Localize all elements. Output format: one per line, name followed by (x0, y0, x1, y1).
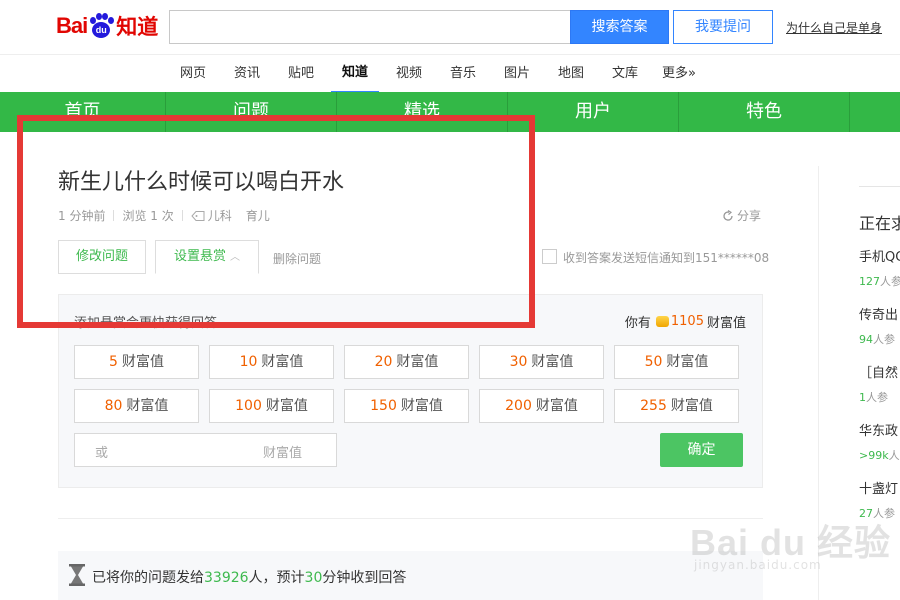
sidebar-title: 正在求 (859, 214, 900, 233)
channel-tieba[interactable]: 贴吧 (288, 55, 314, 93)
confirm-reward-button[interactable]: 确定 (660, 433, 743, 467)
nav-specials[interactable]: 特色 (679, 92, 849, 132)
question-meta: 1 分钟前 浏览 1 次 儿科 育儿 (58, 207, 270, 224)
channel-music[interactable]: 音乐 (450, 55, 476, 93)
reward-option-200[interactable]: 200 财富值 (479, 389, 604, 423)
hourglass-icon (69, 564, 85, 586)
reward-panel: 添加悬赏会更快获得回答 你有 1105 财富值 5 财富值 10 财富值 20 财富值… (58, 294, 763, 488)
right-sidebar: 正在求 手机QC 127人参 传奇出 94人参 ［自然 1人参 华东政 >99k… (818, 166, 900, 600)
nav-questions[interactable]: 问题 (166, 92, 336, 132)
question-title: 新生儿什么时候可以喝白开水 (58, 170, 345, 195)
delete-question-link[interactable]: 删除问题 (273, 250, 321, 267)
ask-question-button[interactable]: 我要提问 (673, 10, 773, 44)
custom-reward-input[interactable]: 或 财富值 (74, 433, 337, 467)
reward-option-80[interactable]: 80 财富值 (74, 389, 199, 423)
baidu-zhidao-logo[interactable]: Bai du 知道 (56, 8, 158, 44)
sidebar-item[interactable]: 华东政 (859, 420, 898, 439)
sidebar-item-meta: 127人参 (859, 275, 900, 288)
sidebar-item-meta: 27人参 (859, 507, 895, 520)
set-reward-button[interactable]: 设置悬赏 ︿ (155, 240, 259, 274)
reward-option-5[interactable]: 5 财富值 (74, 345, 199, 379)
reward-option-255[interactable]: 255 财富值 (614, 389, 739, 423)
top-hot-link[interactable]: 为什么自己是单身 (786, 19, 882, 36)
sidebar-item[interactable]: 手机QC (859, 246, 900, 265)
reward-option-10[interactable]: 10 财富值 (209, 345, 334, 379)
reward-option-30[interactable]: 30 财富值 (479, 345, 604, 379)
dispatch-notice: 已将你的问题发给33926人，预计30分钟收到回答 (58, 551, 763, 600)
tag-icon (191, 210, 205, 221)
sms-notify-label[interactable]: 收到答案发送短信通知到151******08 (563, 249, 769, 266)
channel-video[interactable]: 视频 (396, 55, 422, 93)
channel-web[interactable]: 网页 (180, 55, 206, 93)
reward-option-100[interactable]: 100 财富值 (209, 389, 334, 423)
header: Bai du 知道 搜索答案 我要提问 为什么自己是单身 (0, 0, 900, 54)
channel-wenku[interactable]: 文库 (612, 55, 638, 93)
sidebar-item-meta: 1人参 (859, 391, 888, 404)
sidebar-item-meta: 94人参 (859, 333, 895, 346)
paw-logo-icon: du (88, 13, 115, 39)
nav-home[interactable]: 首页 (0, 92, 165, 132)
sidebar-item[interactable]: ［自然 (859, 362, 898, 381)
tag-pediatrics[interactable]: 儿科 (208, 207, 232, 224)
sidebar-item[interactable]: 十盏灯 (859, 478, 898, 497)
sms-notify-checkbox[interactable] (542, 249, 557, 264)
channel-news[interactable]: 资讯 (234, 55, 260, 93)
question-time: 1 分钟前 (58, 209, 106, 223)
channel-more[interactable]: 更多» (662, 55, 696, 93)
reward-option-20[interactable]: 20 财富值 (344, 345, 469, 379)
reward-hint: 添加悬赏会更快获得回答 (74, 316, 218, 331)
nav-featured[interactable]: 精选 (337, 92, 507, 132)
coin-icon (655, 316, 669, 327)
reward-option-50[interactable]: 50 财富值 (614, 345, 739, 379)
divider (58, 518, 763, 519)
sidebar-item[interactable]: 传奇出 (859, 304, 898, 323)
sidebar-item-meta: >99k人 (859, 449, 900, 462)
share-button[interactable]: 分享 (722, 207, 761, 224)
reward-option-150[interactable]: 150 财富值 (344, 389, 469, 423)
search-answers-button[interactable]: 搜索答案 (570, 10, 669, 44)
channel-nav: 网页 资讯 贴吧 知道 视频 音乐 图片 地图 文库 更多» (0, 54, 900, 93)
search-input[interactable] (169, 10, 570, 44)
question-views: 浏览 1 次 (122, 209, 174, 223)
wealth-balance: 你有 1105 财富值 (624, 314, 746, 331)
channel-zhidao[interactable]: 知道 (331, 55, 380, 93)
green-main-nav: 首页 问题 精选 用户 特色 (0, 92, 900, 132)
share-icon (723, 209, 733, 221)
nav-users[interactable]: 用户 (508, 92, 678, 132)
channel-map[interactable]: 地图 (558, 55, 584, 93)
edit-question-button[interactable]: 修改问题 (58, 240, 146, 274)
tag-parenting[interactable]: 育儿 (246, 207, 270, 224)
channel-images[interactable]: 图片 (504, 55, 530, 93)
chevron-up-icon: ︿ (230, 252, 240, 263)
